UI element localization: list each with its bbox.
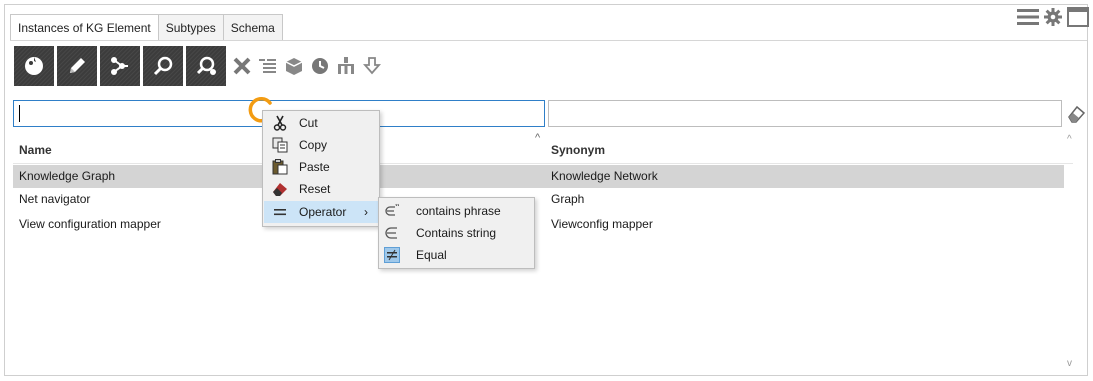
menu-item-cut[interactable]: Cut bbox=[264, 112, 378, 134]
window-controls bbox=[1017, 7, 1089, 27]
header-divider bbox=[13, 163, 1073, 164]
menu-item-label: Paste bbox=[299, 160, 330, 174]
cell-name: Net navigator bbox=[19, 192, 91, 206]
tab-schema[interactable]: Schema bbox=[222, 14, 283, 41]
scroll-up-icon[interactable]: ^ bbox=[1067, 134, 1072, 145]
element-of-icon bbox=[384, 225, 400, 241]
tab-bar: Instances of KG Element Subtypes Schema bbox=[10, 14, 283, 41]
delete-icon bbox=[233, 57, 251, 75]
menu-item-reset[interactable]: Reset bbox=[264, 178, 378, 200]
column-header-synonym[interactable]: Synonym bbox=[551, 138, 605, 162]
edit-button[interactable] bbox=[57, 46, 97, 86]
column-header-name[interactable]: Name bbox=[19, 138, 52, 162]
new-instance-icon bbox=[25, 57, 43, 75]
menu-icon[interactable] bbox=[1017, 8, 1039, 26]
graph-icon bbox=[111, 57, 128, 75]
search-button[interactable] bbox=[143, 46, 183, 86]
table-row[interactable]: Net navigator Graph bbox=[13, 188, 1064, 211]
delete-button[interactable] bbox=[229, 46, 255, 86]
context-menu: Cut Copy Paste Reset Operator › bbox=[262, 110, 380, 227]
package-button[interactable] bbox=[281, 46, 307, 86]
menu-item-paste[interactable]: Paste bbox=[264, 156, 378, 178]
table-row[interactable]: View configuration mapper Viewconfig map… bbox=[13, 213, 1064, 236]
operator-submenu: contains phrase Contains string Equal bbox=[378, 197, 535, 269]
tab-divider bbox=[10, 40, 1087, 41]
window-icon[interactable] bbox=[1067, 7, 1089, 27]
menu-item-label: Reset bbox=[299, 182, 331, 196]
menu-item-label: Copy bbox=[299, 138, 328, 152]
element-of-phrase-icon bbox=[384, 203, 400, 219]
graph-button[interactable] bbox=[100, 46, 140, 86]
list-button[interactable] bbox=[255, 46, 281, 86]
submenu-item-equal[interactable]: Equal bbox=[380, 244, 533, 266]
cell-name: View configuration mapper bbox=[19, 217, 161, 231]
clock-icon bbox=[312, 58, 328, 74]
table-row[interactable]: Knowledge Graph Knowledge Network bbox=[13, 165, 1064, 188]
menu-item-copy[interactable]: Copy bbox=[264, 134, 378, 156]
text-caret bbox=[19, 105, 20, 122]
tab-subtypes[interactable]: Subtypes bbox=[157, 14, 224, 41]
hierarchy-icon bbox=[338, 57, 354, 74]
submenu-item-label: Contains string bbox=[416, 226, 497, 240]
edit-pencil-icon bbox=[70, 58, 85, 73]
submenu-item-label: Equal bbox=[416, 248, 447, 262]
copy-icon bbox=[272, 137, 288, 153]
import-button[interactable] bbox=[359, 46, 385, 86]
submenu-item-contains-phrase[interactable]: contains phrase bbox=[380, 200, 533, 222]
cell-synonym: Viewconfig mapper bbox=[551, 217, 653, 231]
clock-button[interactable] bbox=[307, 46, 333, 86]
checked-equal-icon bbox=[384, 247, 400, 263]
toolbar bbox=[14, 46, 385, 86]
clear-filter-icon[interactable] bbox=[1066, 104, 1086, 127]
import-icon bbox=[363, 57, 381, 75]
synonym-filter-input[interactable] bbox=[548, 100, 1062, 127]
submenu-item-label: contains phrase bbox=[416, 204, 501, 218]
cell-synonym: Knowledge Network bbox=[551, 169, 658, 183]
equals-icon bbox=[272, 204, 288, 220]
submenu-item-contains-string[interactable]: Contains string bbox=[380, 222, 533, 244]
tab-instances[interactable]: Instances of KG Element bbox=[10, 14, 159, 41]
list-icon bbox=[259, 59, 276, 73]
search-icon bbox=[153, 56, 173, 76]
scroll-down-icon[interactable]: v bbox=[1067, 358, 1072, 369]
menu-item-operator[interactable]: Operator › bbox=[264, 201, 378, 223]
hierarchy-button[interactable] bbox=[333, 46, 359, 86]
gear-icon[interactable] bbox=[1043, 7, 1063, 27]
menu-item-label: Operator bbox=[299, 205, 347, 219]
package-icon bbox=[285, 58, 303, 75]
submenu-arrow-icon: › bbox=[364, 205, 368, 219]
paste-icon bbox=[272, 159, 288, 175]
cell-name: Knowledge Graph bbox=[19, 169, 116, 183]
cell-synonym: Graph bbox=[551, 192, 585, 206]
advanced-search-button[interactable] bbox=[186, 46, 226, 86]
sort-up-icon[interactable]: ^ bbox=[535, 132, 540, 144]
scissors-icon bbox=[272, 115, 288, 131]
eraser-icon bbox=[272, 181, 288, 197]
advanced-search-icon bbox=[196, 56, 216, 75]
menu-item-label: Cut bbox=[299, 116, 318, 130]
new-instance-button[interactable] bbox=[14, 46, 54, 86]
